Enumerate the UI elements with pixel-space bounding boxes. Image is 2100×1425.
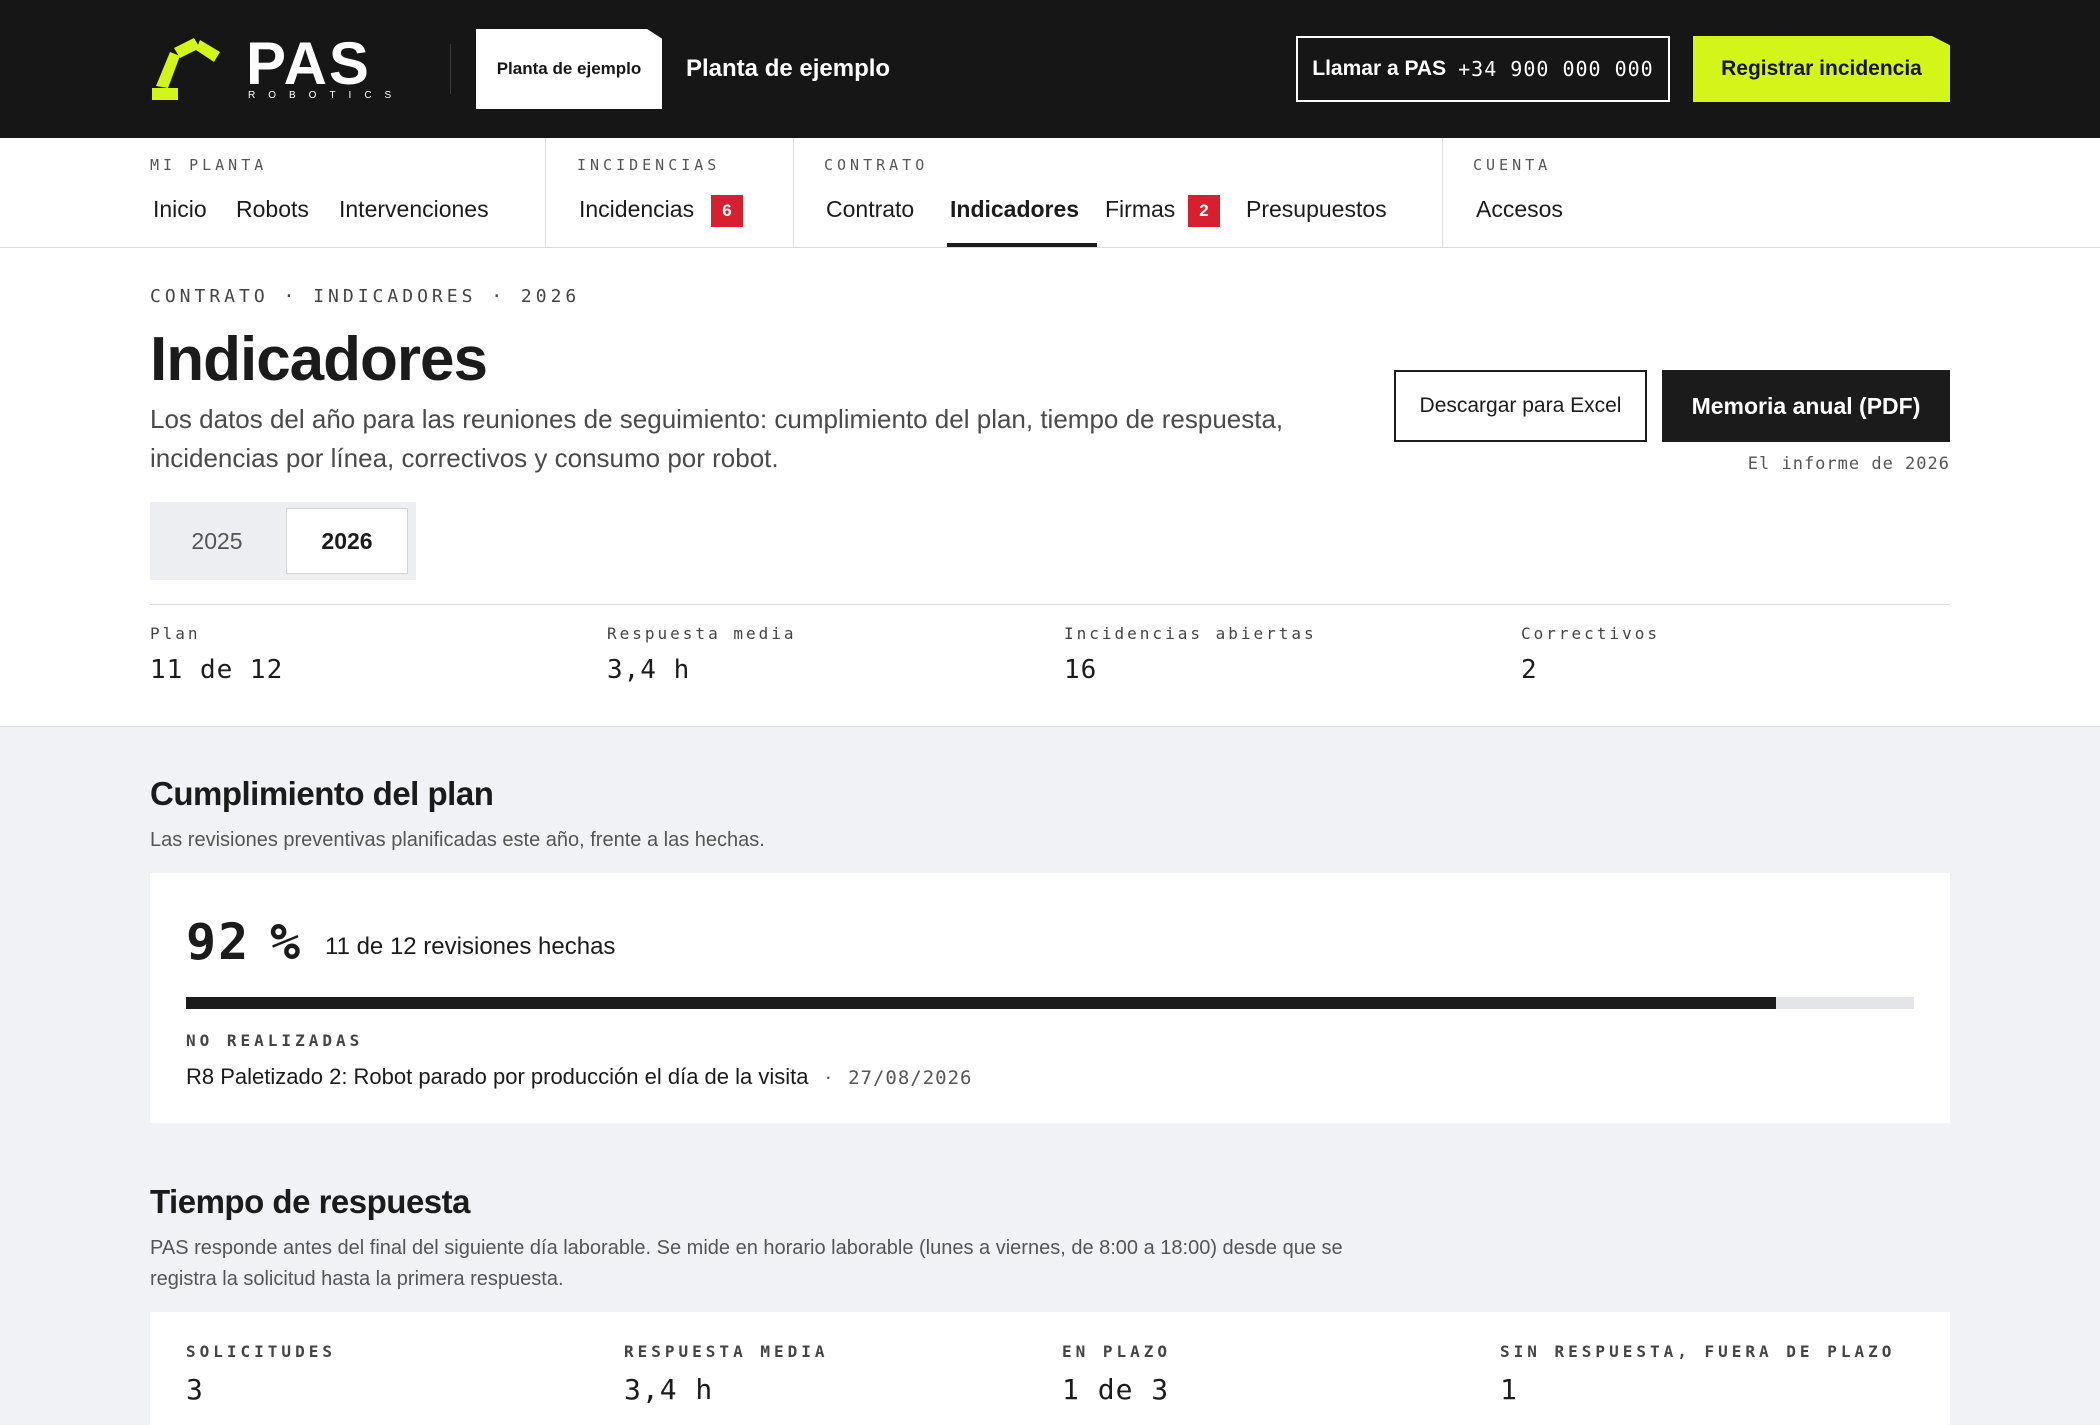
nav-group-cuenta: CUENTA Accesos [1442,138,1842,247]
plan-section-title: Cumplimiento del plan [150,775,494,812]
kpi-value: 3,4 h [607,655,691,685]
year-selector: 2025 2026 [150,502,416,580]
nav-group-label: CUENTA [1473,156,1552,174]
nav-item-contrato[interactable]: Contrato [826,194,914,224]
logo-wordmark: PAS [246,30,371,97]
plan-percent: 92 [186,913,251,971]
nav-item-incidencias[interactable]: Incidencias [579,194,694,224]
call-pas-button[interactable]: Llamar a PAS +34 900 000 000 [1296,36,1670,102]
kpi-label: Respuesta media [607,624,797,643]
nav-item-intervenciones[interactable]: Intervenciones [339,194,489,224]
pas-logo[interactable]: PAS ROBOTICS [148,30,408,102]
nav-item-firmas[interactable]: Firmas [1105,194,1175,224]
top-bar: PAS ROBOTICS Planta de ejemplo Planta de… [0,0,2100,138]
kpi-value: 11 de 12 [150,655,284,685]
header-divider [450,44,451,94]
nav-item-accesos[interactable]: Accesos [1476,194,1563,224]
response-section-description: PAS responde antes del final del siguien… [150,1237,1343,1290]
response-kpi-fuera-de-plazo: SIN RESPUESTA, FUERA DE PLAZO 1 [1500,1342,1895,1406]
response-kpi-solicitudes: SOLICITUDES 3 [186,1342,336,1406]
nav-group-incidencias: INCIDENCIAS Incidencias 6 [545,138,793,247]
annual-report-pdf-button[interactable]: Memoria anual (PDF) [1662,370,1950,442]
missed-item-text: R8 Paletizado 2: Robot parado por produc… [186,1064,809,1089]
plan-percent-sign: % [270,913,301,971]
kpi-plan: Plan 11 de 12 [150,624,283,685]
plan-compliance-card: 92 % 11 de 12 revisiones hechas NO REALI… [150,873,1950,1123]
missed-item-date: 27/08/2026 [848,1067,973,1089]
nav-item-indicadores[interactable]: Indicadores [950,194,1079,224]
year-option-2026[interactable]: 2026 [286,508,408,574]
kpi-respuesta-media: Respuesta media 3,4 h [607,624,797,685]
response-kpi-label: SIN RESPUESTA, FUERA DE PLAZO [1500,1342,1896,1361]
nav-item-inicio[interactable]: Inicio [153,194,207,224]
nav-group-mi-planta: MI PLANTA Inicio Robots Intervenciones [150,138,544,247]
plan-progress-fill [186,997,1776,1009]
kpi-value: 16 [1064,655,1098,685]
plan-caption: 11 de 12 revisiones hechas [325,933,616,960]
kpi-correctivos: Correctivos 2 [1521,624,1660,685]
response-kpi-label: SOLICITUDES [186,1342,336,1361]
plan-progress-bar [186,997,1914,1009]
response-kpi-value: 1 de 3 [1062,1373,1170,1406]
pdf-note: El informe de 2026 [1747,454,1950,474]
incidencias-count-badge: 6 [711,195,743,227]
robot-arm-logo-icon [152,38,220,100]
call-pas-label: Llamar a PAS [1312,57,1447,80]
nav-group-contrato: CONTRATO Contrato Indicadores Firmas 2 P… [793,138,1442,247]
kpi-value: 2 [1521,655,1538,685]
response-kpi-label: RESPUESTA MEDIA [624,1342,829,1361]
missed-item: R8 Paletizado 2: Robot parado por produc… [186,1061,972,1094]
kpi-incidencias-abiertas: Incidencias abiertas 16 [1064,624,1317,685]
plant-chip-label: Planta de ejemplo [496,59,642,78]
response-kpi-value: 3,4 h [624,1373,714,1406]
kpi-label: Correctivos [1521,624,1660,643]
kpi-label: Plan [150,624,201,643]
response-kpi-respuesta-media: RESPUESTA MEDIA 3,4 h [624,1342,829,1406]
active-tab-underline [947,243,1097,247]
download-excel-button[interactable]: Descargar para Excel [1394,370,1647,442]
breadcrumb: CONTRATO · INDICADORES · 2026 [150,286,581,307]
response-kpi-value: 1 [1500,1373,1518,1406]
response-kpi-label: EN PLAZO [1062,1342,1172,1361]
plant-name: Planta de ejemplo [686,55,891,82]
nav-group-label: CONTRATO [824,156,929,174]
page-description: Los datos del año para las reuniones de … [150,404,1284,473]
response-kpi-en-plazo: EN PLAZO 1 de 3 [1062,1342,1171,1406]
nav-group-label: INCIDENCIAS [577,156,721,174]
plan-section-description: Las revisiones preventivas planificadas … [150,829,765,851]
nav-item-robots[interactable]: Robots [236,194,309,224]
call-pas-phone: +34 900 000 000 [1458,57,1654,81]
kpi-label: Incidencias abiertas [1064,624,1317,643]
page-title: Indicadores [150,325,488,394]
kpi-divider [150,604,1950,605]
missed-item-separator: · [824,1064,832,1089]
main-nav: MI PLANTA Inicio Robots Intervenciones I… [0,138,2100,248]
firmas-count-badge: 2 [1188,195,1220,227]
logo-subtitle: ROBOTICS [248,90,405,101]
nav-group-label: MI PLANTA [150,156,268,174]
response-time-card: SOLICITUDES 3 RESPUESTA MEDIA 3,4 h EN P… [150,1312,1950,1425]
plant-chip[interactable]: Planta de ejemplo [476,29,662,109]
response-section-title: Tiempo de respuesta [150,1183,471,1220]
missed-label: NO REALIZADAS [186,1031,364,1050]
nav-item-presupuestos[interactable]: Presupuestos [1246,194,1387,224]
response-kpi-value: 3 [186,1373,204,1406]
register-incident-button[interactable]: Registrar incidencia [1693,36,1950,102]
year-option-2025[interactable]: 2025 [156,508,278,574]
